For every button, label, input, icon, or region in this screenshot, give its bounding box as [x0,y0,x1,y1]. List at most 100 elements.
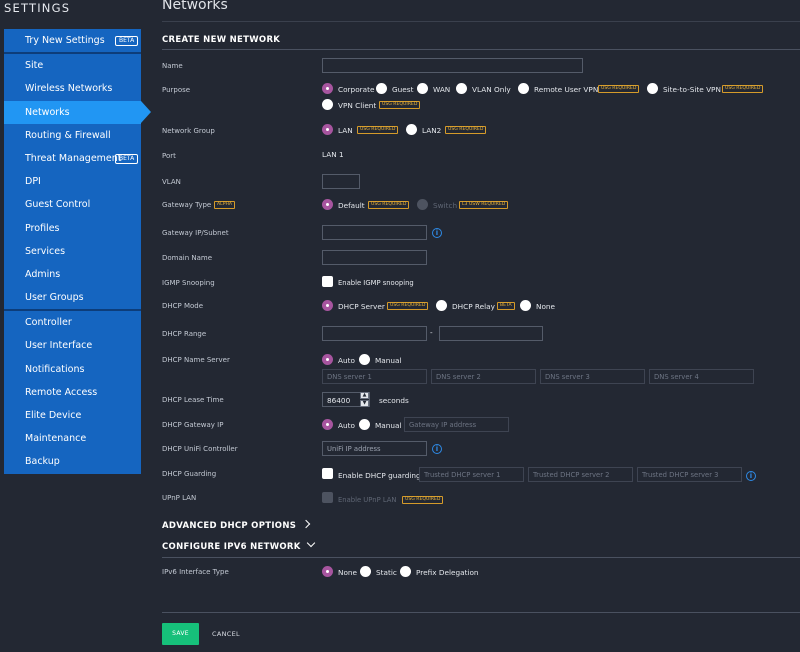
gateway-ip-auto-radio[interactable] [322,419,333,430]
sidebar-item-wireless-networks[interactable]: Wireless Networks [4,77,141,100]
dhcp-mode-relay-radio[interactable] [436,300,447,311]
sidebar-item-label: Guest Control [25,199,91,211]
gateway-ip-manual-radio[interactable] [359,419,370,430]
cancel-button[interactable]: CANCEL [212,630,240,638]
sidebar-item-user-groups[interactable]: User Groups [4,286,141,309]
header-divider [162,21,800,22]
ipv6-static-label: Static [376,568,397,577]
lease-time-unit: seconds [379,396,409,405]
ipv6-static-radio[interactable] [360,566,371,577]
trusted-dhcp-server-2-placeholder: Trusted DHCP server 2 [533,471,610,479]
network-group-lan2-radio[interactable] [406,124,417,135]
dhcp-mode-server-radio[interactable] [322,300,333,311]
vlan-input[interactable] [322,174,360,189]
unifi-ip-placeholder: UniFi IP address [327,445,381,453]
sidebar-item-profiles[interactable]: Profiles [4,217,141,240]
purpose-wan-radio[interactable] [417,83,428,94]
dhcp-mode-none-radio[interactable] [520,300,531,311]
dhcp-range-separator: - [430,328,433,337]
gateway-ip-manual-label: Manual [375,421,402,430]
sidebar-item-label: Site [25,60,44,72]
dhcp-guarding-checkbox[interactable] [322,468,333,479]
sidebar-item-label: Routing & Firewall [25,129,111,141]
sidebar-item-services[interactable]: Services [4,240,141,263]
purpose-vpn-client-radio[interactable] [322,99,333,110]
sidebar-item-label: Maintenance [25,433,87,445]
sidebar-item-networks[interactable]: Networks [4,100,151,124]
stepper-up-icon[interactable]: ▲ [360,392,369,399]
sidebar-item-threat-management[interactable]: Threat Management BETA [4,147,141,170]
purpose-label: Purpose [162,86,191,94]
trusted-dhcp-server-3-placeholder: Trusted DHCP server 3 [642,471,719,479]
sidebar-item-user-interface[interactable]: User Interface [4,334,141,357]
purpose-site-to-site-vpn-label: Site-to-Site VPN [663,85,721,94]
upnp-lan-checkbox[interactable] [322,492,333,503]
name-server-manual-radio[interactable] [359,354,370,365]
ipv6-prefix-delegation-radio[interactable] [400,566,411,577]
sidebar-item-routing-firewall[interactable]: Routing & Firewall [4,124,141,147]
sidebar-item-backup[interactable]: Backup [4,450,141,473]
ipv6-interface-type-label: IPv6 Interface Type [162,568,229,576]
sidebar-item-elite-device[interactable]: Elite Device [4,404,141,427]
name-server-auto-radio[interactable] [322,354,333,365]
dhcp-guarding-checkbox-label: Enable DHCP guarding [338,471,421,480]
ipv6-none-radio[interactable] [322,566,333,577]
gateway-type-label: Gateway Type [162,201,212,209]
gateway-ip-auto-label: Auto [338,421,355,430]
igmp-snooping-label: IGMP Snooping [162,279,215,287]
upnp-lan-label: UPnP LAN [162,494,197,502]
dhcp-range-stop-input[interactable] [439,326,543,341]
name-input[interactable] [322,58,583,73]
sidebar-item-guest-control[interactable]: Guest Control [4,193,141,216]
igmp-snooping-checkbox[interactable] [322,276,333,287]
sidebar-item-label: Services [25,245,66,257]
purpose-guest-radio[interactable] [376,83,387,94]
purpose-site-to-site-vpn-radio[interactable] [647,83,658,94]
sidebar-item-notifications[interactable]: Notifications [4,358,141,381]
dns-server-2-placeholder: DNS server 2 [436,373,481,381]
sidebar-item-admins[interactable]: Admins [4,263,141,286]
page-title: Networks [162,0,228,13]
sidebar-group-beta: Try New Settings BETA [4,29,141,53]
purpose-remote-user-vpn-label: Remote User VPN [534,85,599,94]
sidebar-item-label: Try New Settings [25,35,105,46]
purpose-remote-user-vpn-radio[interactable] [518,83,529,94]
purpose-corporate-radio[interactable] [322,83,333,94]
purpose-vpn-client-label: VPN Client [338,101,377,110]
ipv6-toggle[interactable]: CONFIGURE IPV6 NETWORK [162,538,316,552]
dhcp-mode-relay-label: DHCP Relay [452,302,495,311]
save-button[interactable]: SAVE [162,623,199,645]
dhcp-range-start-input[interactable] [322,326,427,341]
active-indicator [141,100,151,123]
ipv6-prefix-delegation-label: Prefix Delegation [416,568,479,577]
l3-usw-required-tag: L3 USW REQUIRED [459,201,509,209]
usg-required-tag: USG REQUIRED [722,85,764,93]
ipv6-none-label: None [338,568,358,577]
network-group-lan-radio[interactable] [322,124,333,135]
igmp-snooping-checkbox-label: Enable IGMP snooping [338,279,414,287]
gateway-ip-input[interactable] [322,225,427,240]
info-icon[interactable]: i [432,228,442,238]
sidebar-item-label: User Interface [25,340,93,352]
sidebar-item-maintenance[interactable]: Maintenance [4,427,141,450]
purpose-guest-label: Guest [392,85,414,94]
sidebar-item-site[interactable]: Site [4,54,141,77]
gateway-type-switch-radio[interactable] [417,199,428,210]
sidebar-item-label: Profiles [25,222,60,234]
sidebar-item-label: Networks [25,106,70,118]
sidebar-item-label: Remote Access [25,386,98,398]
dns-server-3-placeholder: DNS server 3 [545,373,590,381]
alpha-tag: ALPHA [214,201,236,209]
info-icon[interactable]: i [746,471,756,481]
purpose-vlan-only-radio[interactable] [456,83,467,94]
sidebar-item-try-new-settings[interactable]: Try New Settings BETA [4,29,141,52]
sidebar-item-remote-access[interactable]: Remote Access [4,381,141,404]
sidebar-item-dpi[interactable]: DPI [4,170,141,193]
gateway-type-default-label: Default [338,201,365,210]
stepper-down-icon[interactable]: ▼ [360,400,369,407]
gateway-type-default-radio[interactable] [322,199,333,210]
domain-name-input[interactable] [322,250,427,265]
info-icon[interactable]: i [432,444,442,454]
sidebar-item-controller[interactable]: Controller [4,311,141,334]
advanced-dhcp-toggle[interactable]: ADVANCED DHCP OPTIONS [162,519,311,531]
